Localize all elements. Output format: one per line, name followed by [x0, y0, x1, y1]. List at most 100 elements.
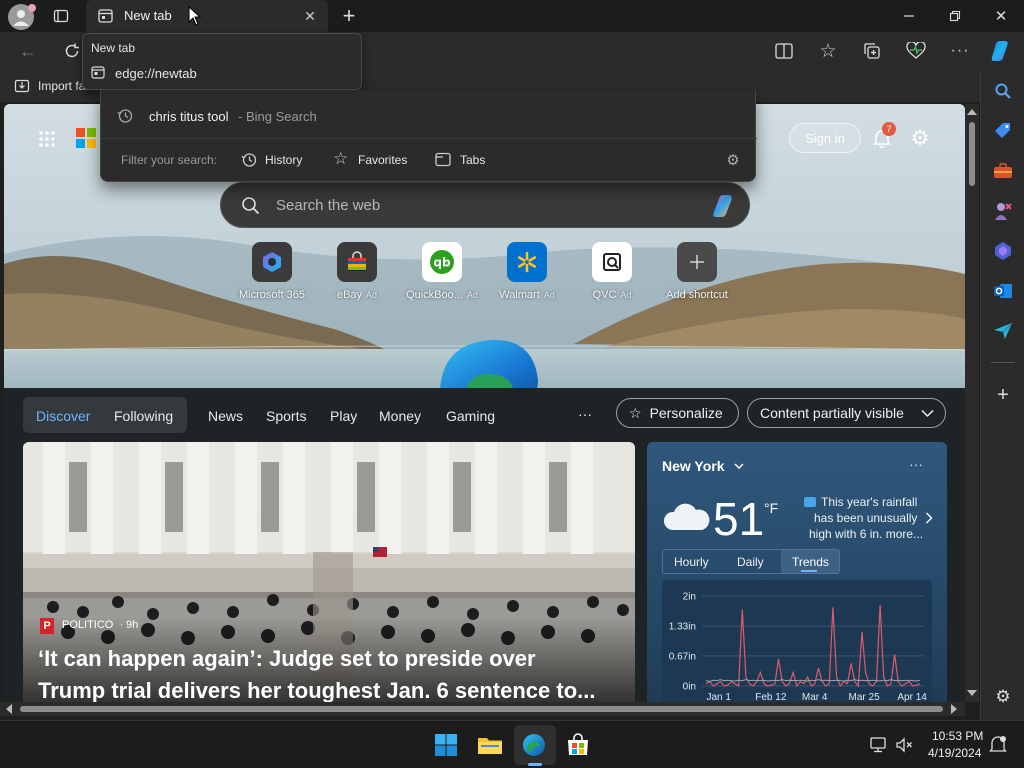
outlook-icon[interactable]: [991, 280, 1015, 302]
import-favorites-link[interactable]: Import fa: [38, 79, 85, 93]
filter-favorites[interactable]: ☆ Favorites: [333, 148, 413, 172]
content-visibility-dropdown[interactable]: Content partially visible: [747, 398, 946, 428]
notification-center-icon[interactable]: [988, 734, 1008, 756]
search-icon[interactable]: [991, 80, 1015, 102]
browser-essentials-icon[interactable]: [904, 40, 928, 62]
article-headline-line2[interactable]: Trump trial delivers her toughest Jan. 6…: [38, 678, 596, 702]
tab-new-tab[interactable]: New tab ✕: [86, 0, 328, 32]
more-tabs-button[interactable]: ···: [578, 406, 592, 422]
search-settings-gear-icon[interactable]: ⚙: [723, 150, 743, 170]
shortcut-label: Add shortcut: [652, 289, 742, 301]
back-arrow-icon[interactable]: ←: [16, 40, 40, 62]
windows-start-icon[interactable]: [432, 731, 460, 759]
file-explorer-icon[interactable]: [476, 731, 504, 759]
collections-icon[interactable]: [860, 40, 884, 62]
edge-browser-icon[interactable]: [520, 731, 548, 759]
weather-location[interactable]: New York: [662, 458, 725, 474]
search-suggestion-row[interactable]: chris titus tool - Bing Search: [101, 102, 757, 132]
sparkle-icon: ☆: [629, 404, 642, 421]
chart-y-tick: 2in: [683, 592, 696, 603]
weather-unit: °F: [764, 500, 779, 516]
copilot-icon[interactable]: [986, 36, 1016, 66]
tab-actions-icon[interactable]: [50, 6, 72, 26]
close-tab-icon[interactable]: ✕: [300, 6, 320, 26]
horizontal-scrollbar[interactable]: [0, 702, 965, 716]
chevron-right-icon[interactable]: [925, 512, 933, 524]
copilot-icon[interactable]: [709, 191, 739, 221]
web-search-box[interactable]: Search the web: [220, 182, 750, 228]
shortcut-item[interactable]: Microsoft 365: [227, 242, 317, 308]
filter-tabs[interactable]: Tabs: [435, 148, 495, 172]
add-shortcut-button[interactable]: Add shortcut: [652, 242, 742, 308]
m365-icon[interactable]: [991, 240, 1015, 262]
ebay-icon: [337, 242, 377, 282]
shortcut-item[interactable]: qb QuickBoo... Ad: [397, 242, 487, 308]
filter-history[interactable]: History: [241, 148, 311, 172]
weather-more-icon[interactable]: ···: [909, 456, 923, 472]
close-window-icon[interactable]: ✕: [990, 6, 1012, 26]
tabs-icon: [435, 152, 451, 167]
shortcut-item[interactable]: eBay Ad: [312, 242, 402, 308]
microsoft-store-icon[interactable]: [564, 731, 592, 759]
shopping-tag-icon[interactable]: [991, 120, 1015, 142]
tab-gaming[interactable]: Gaming: [446, 408, 495, 424]
scroll-left-arrow-icon[interactable]: [6, 704, 12, 714]
tools-briefcase-icon[interactable]: [991, 160, 1015, 182]
clock-date[interactable]: 4/19/2024: [928, 746, 981, 760]
tab-play[interactable]: Play: [330, 408, 357, 424]
vertical-scrollbar[interactable]: [965, 104, 979, 702]
weather-tab-daily[interactable]: Daily: [737, 555, 764, 569]
shortcut-item[interactable]: Walmart Ad: [482, 242, 572, 308]
notification-badge: 7: [882, 122, 896, 136]
minimize-icon[interactable]: [898, 6, 920, 26]
ad-marker: Ad: [543, 290, 555, 300]
chevron-down-icon[interactable]: [734, 463, 744, 470]
refresh-icon[interactable]: [60, 40, 84, 62]
add-sidebar-app-icon[interactable]: +: [991, 384, 1015, 406]
tab-following[interactable]: Following: [114, 408, 173, 424]
search-icon: [242, 197, 260, 215]
page-settings-gear-icon[interactable]: ⚙: [908, 126, 932, 150]
content-visibility-label: Content partially visible: [760, 405, 904, 421]
network-icon[interactable]: [868, 735, 888, 755]
new-tab-plus-icon[interactable]: +: [338, 3, 360, 28]
scroll-down-arrow-icon[interactable]: [967, 690, 977, 696]
suggestion-suffix: - Bing Search: [238, 109, 317, 124]
article-headline-line1[interactable]: ‘It can happen again’: Judge set to pres…: [38, 646, 536, 672]
more-menu-icon[interactable]: ···: [948, 40, 972, 62]
tooltip-url: edge://newtab: [115, 66, 197, 81]
sidebar-settings-icon[interactable]: ⚙: [991, 686, 1015, 708]
tab-discover[interactable]: Discover: [36, 408, 90, 424]
news-card[interactable]: P POLITICO · 9h ‘It can happen again’: J…: [23, 442, 635, 702]
tab-news[interactable]: News: [208, 408, 243, 424]
personalize-button[interactable]: ☆ Personalize: [616, 398, 739, 428]
apps-launcher-icon[interactable]: [36, 128, 58, 150]
sign-in-button[interactable]: Sign in: [789, 123, 861, 153]
drop-send-icon[interactable]: [991, 320, 1015, 342]
shortcut-name: Walmart: [499, 289, 540, 301]
weather-card[interactable]: New York ··· 51 °F This year's rainfall …: [647, 442, 947, 702]
clock-time[interactable]: 10:53 PM: [932, 729, 983, 743]
horizontal-scroll-thumb[interactable]: [20, 706, 943, 712]
chevron-down-icon: [921, 409, 934, 418]
favorites-star-icon[interactable]: ☆: [816, 40, 840, 62]
tab-sports[interactable]: Sports: [266, 408, 306, 424]
chart-series-normal: [705, 679, 921, 683]
vertical-scroll-thumb[interactable]: [969, 122, 975, 186]
shortcut-name: QVC: [592, 289, 617, 301]
weather-tab-trends[interactable]: Trends: [792, 555, 829, 569]
scroll-right-arrow-icon[interactable]: [951, 704, 957, 714]
sign-in-label: Sign in: [805, 130, 845, 146]
tab-money[interactable]: Money: [379, 408, 421, 424]
svg-text:qb: qb: [433, 256, 451, 270]
chart-x-tick: Feb 12: [755, 692, 787, 702]
games-icon[interactable]: [991, 200, 1015, 222]
shortcut-item[interactable]: QVC Ad: [567, 242, 657, 308]
shortcut-name: Microsoft 365: [238, 289, 306, 301]
shortcut-name: QuickBoo...: [406, 289, 463, 301]
volume-muted-icon[interactable]: [894, 735, 914, 755]
split-screen-icon[interactable]: [772, 40, 796, 62]
scroll-up-arrow-icon[interactable]: [967, 109, 977, 115]
weather-tab-hourly[interactable]: Hourly: [674, 555, 709, 569]
restore-icon[interactable]: [944, 6, 966, 26]
